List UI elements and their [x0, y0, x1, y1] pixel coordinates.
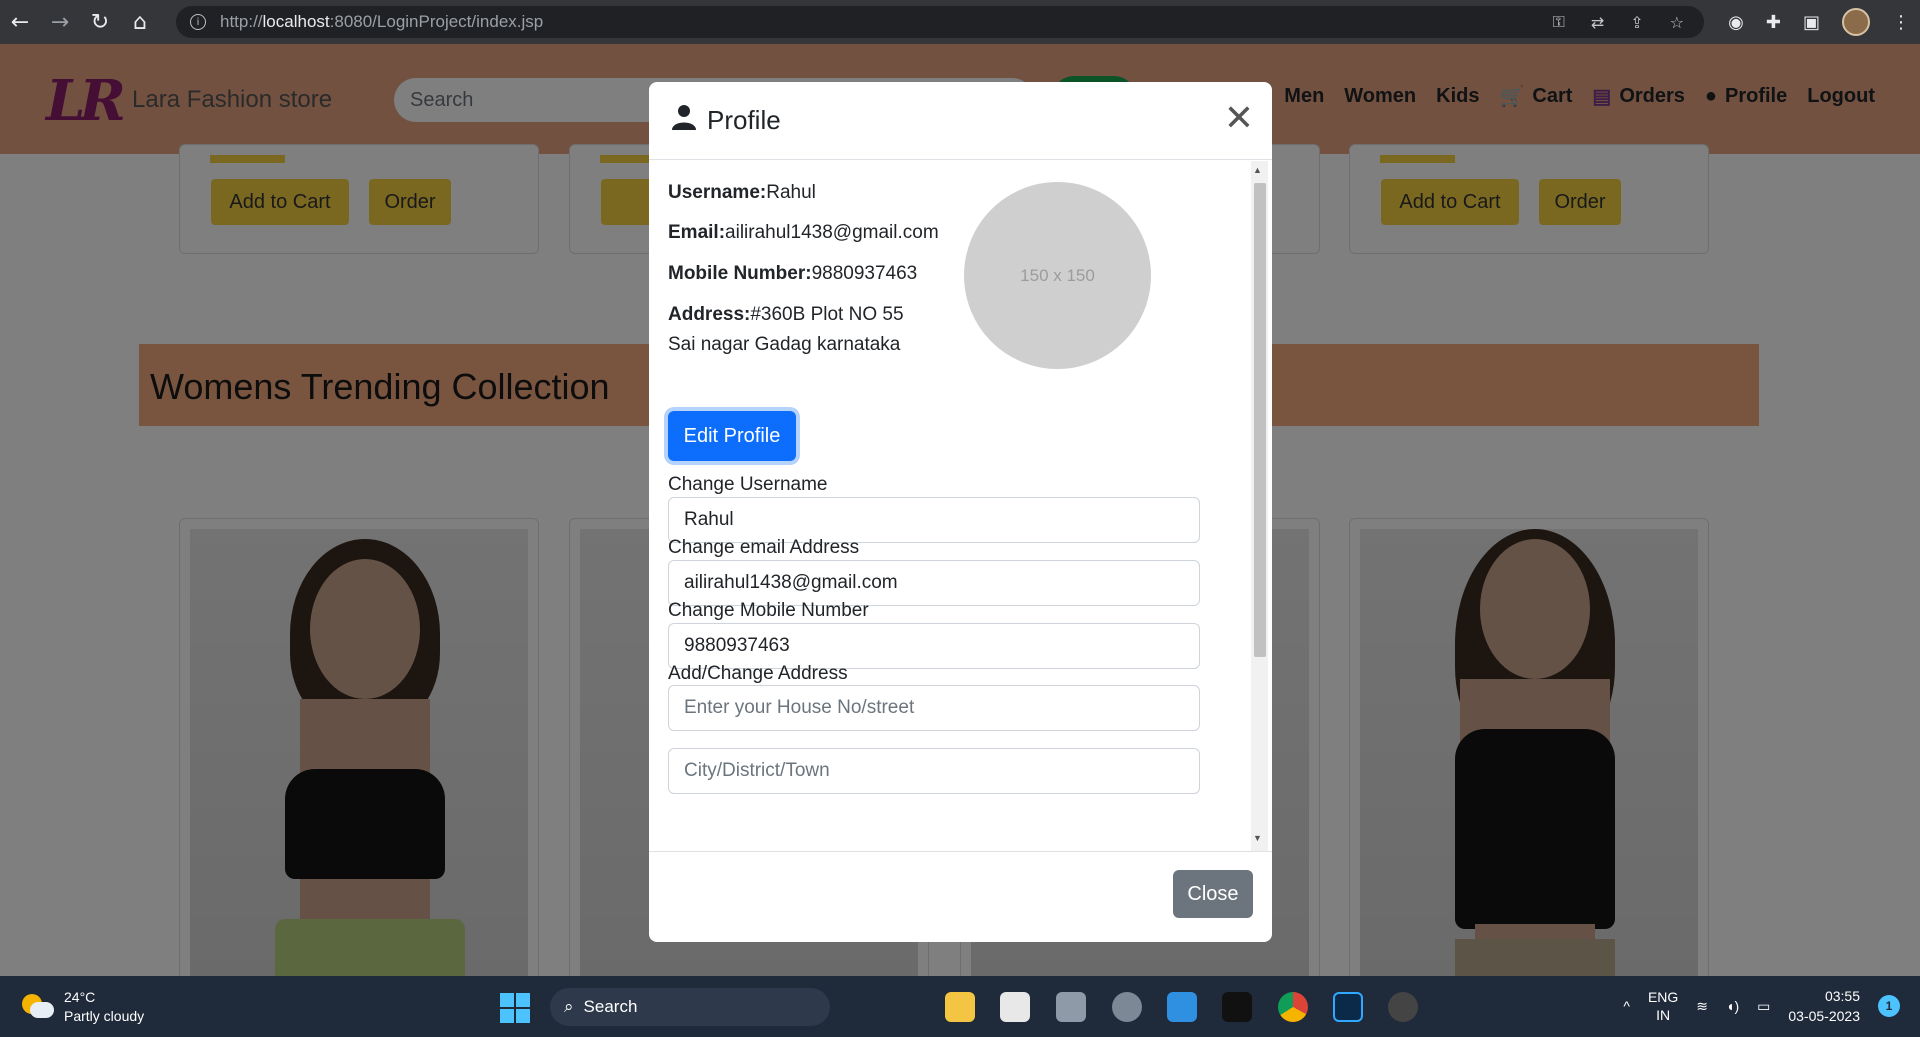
home-icon[interactable]: ⌂: [120, 0, 160, 44]
site-info-icon[interactable]: i: [190, 14, 206, 30]
mobile-info: Mobile Number:9880937463: [668, 263, 918, 284]
photoshop-icon[interactable]: [1333, 992, 1363, 1022]
email-info: Email:ailirahul1438@gmail.com: [668, 222, 939, 243]
modal-footer: Close: [649, 851, 1272, 942]
translate-icon[interactable]: ⇄: [1591, 13, 1604, 32]
browser-toolbar: ← → ↻ ⌂ i http://localhost:8080/LoginPro…: [0, 0, 1920, 44]
modal-title: Profile: [671, 104, 781, 137]
sidepanel-icon[interactable]: ▣: [1803, 12, 1820, 33]
volume-icon[interactable]: ◖): [1726, 998, 1739, 1014]
username-info: Username:Rahul: [668, 182, 816, 203]
scroll-down-icon[interactable]: ▼: [1253, 833, 1262, 843]
close-icon[interactable]: ✕: [1224, 100, 1254, 136]
store-icon[interactable]: [1000, 992, 1030, 1022]
back-icon[interactable]: ←: [0, 0, 40, 44]
extension-icon[interactable]: ◉: [1728, 12, 1744, 33]
puzzle-icon[interactable]: ✚: [1766, 12, 1781, 33]
edit-profile-button[interactable]: Edit Profile: [668, 411, 796, 461]
weather-icon: [22, 994, 54, 1020]
address-form-label: Add/Change Address: [668, 663, 848, 684]
change-mobile-label: Change Mobile Number: [668, 600, 869, 621]
bookmark-star-icon[interactable]: ☆: [1670, 13, 1684, 32]
close-button[interactable]: Close: [1173, 870, 1253, 918]
notification-badge[interactable]: 1: [1878, 995, 1900, 1017]
key-icon[interactable]: ⚿: [1553, 12, 1565, 32]
chrome-icon[interactable]: [1278, 992, 1308, 1022]
address-info: Address:#360B Plot NO 55 Sai nagar Gadag …: [668, 304, 904, 355]
battery-icon[interactable]: ▭: [1757, 998, 1770, 1015]
share-icon[interactable]: ⇪: [1630, 13, 1643, 32]
scroll-up-icon[interactable]: ▲: [1253, 165, 1262, 175]
language-indicator[interactable]: ENG IN: [1648, 988, 1678, 1024]
terminal-icon[interactable]: [1222, 992, 1252, 1022]
profile-photo-placeholder: 150 x 150: [964, 182, 1151, 369]
weather-condition: Partly cloudy: [64, 1008, 145, 1024]
settings-icon[interactable]: [1112, 992, 1142, 1022]
url-text[interactable]: http://localhost:8080/LoginProject/index…: [220, 12, 543, 32]
weather-widget[interactable]: 24°C Partly cloudy: [22, 988, 144, 1026]
scrollbar-thumb[interactable]: [1254, 183, 1266, 657]
wifi-icon[interactable]: ≋: [1696, 998, 1708, 1015]
taskbar-search[interactable]: ⌕ Search: [550, 988, 830, 1026]
vscode-icon[interactable]: [1167, 992, 1197, 1022]
profile-modal: Profile ✕ Username:Rahul Email:ailirahul…: [649, 82, 1272, 942]
forward-icon[interactable]: →: [40, 0, 80, 44]
menu-kebab-icon[interactable]: ⋮: [1892, 12, 1910, 33]
search-icon: ⌕: [564, 997, 574, 1016]
windows-start-icon[interactable]: [500, 993, 530, 1023]
modal-header: Profile ✕: [649, 82, 1272, 160]
city-field[interactable]: City/District/Town: [668, 748, 1200, 794]
modal-body[interactable]: Username:Rahul Email:ailirahul1438@gmail…: [649, 161, 1272, 851]
system-tray: ^ ENG IN ≋ ◖) ▭ 03:55 03-05-2023 1: [1623, 986, 1900, 1026]
reload-icon[interactable]: ↻: [80, 0, 120, 44]
chevron-up-icon[interactable]: ^: [1623, 998, 1630, 1014]
avatar[interactable]: [1842, 8, 1870, 36]
taskbar: 24°C Partly cloudy ⌕ Search ^ ENG IN ≋ ◖…: [0, 976, 1920, 1037]
gear-app-icon[interactable]: [1388, 992, 1418, 1022]
temperature: 24°C: [64, 989, 96, 1005]
change-email-label: Change email Address: [668, 537, 860, 558]
change-username-label: Change Username: [668, 474, 828, 495]
user-icon: [671, 104, 697, 137]
address-bar[interactable]: i http://localhost:8080/LoginProject/ind…: [176, 6, 1704, 38]
clock[interactable]: 03:55 03-05-2023: [1788, 986, 1860, 1026]
camera-icon[interactable]: [1056, 992, 1086, 1022]
file-explorer-icon[interactable]: [945, 992, 975, 1022]
street-field[interactable]: Enter your House No/street: [668, 685, 1200, 731]
